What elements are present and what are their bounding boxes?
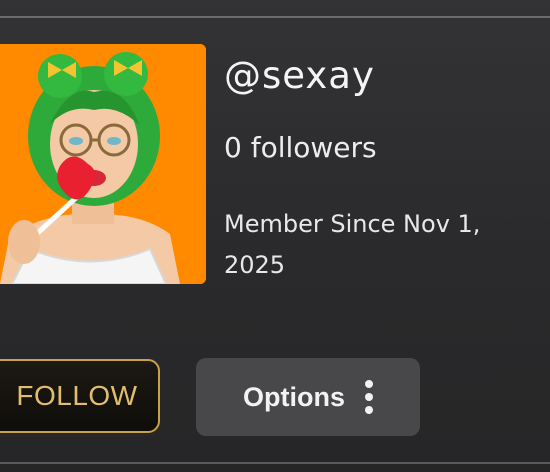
member-since: Member Since Nov 1, 2025 [224, 210, 481, 279]
options-button[interactable]: Options [196, 358, 420, 436]
avatar[interactable] [0, 44, 206, 284]
followers-count: 0 followers [224, 131, 377, 164]
avatar-illustration [0, 44, 206, 284]
profile-username: @sexay [224, 54, 375, 97]
options-button-label: Options [243, 381, 345, 412]
follow-button-label: FOLLOW [16, 380, 138, 411]
bottom-divider [0, 462, 550, 464]
follow-button[interactable]: FOLLOW [0, 359, 160, 433]
top-divider [0, 16, 550, 18]
kebab-menu-icon [365, 380, 373, 414]
